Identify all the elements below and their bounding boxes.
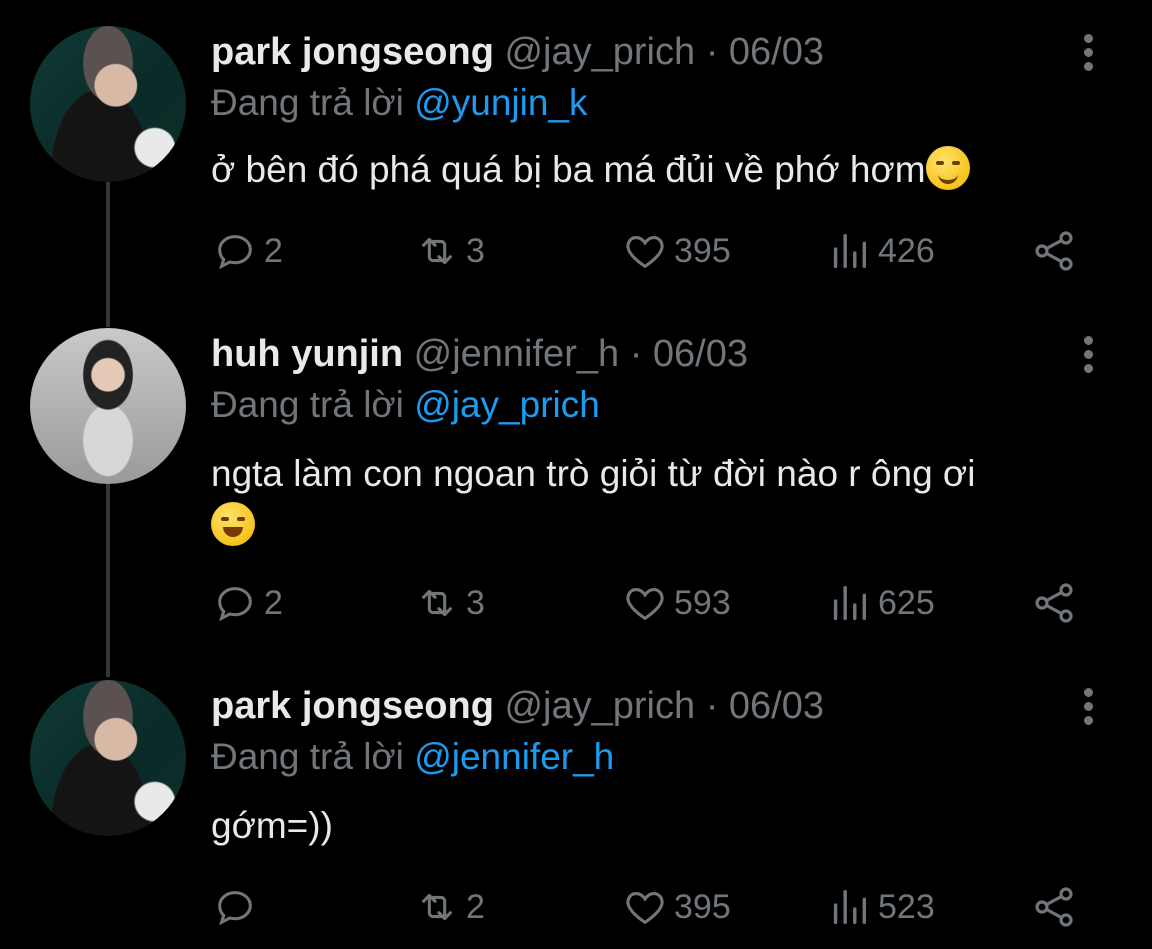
retweet-icon (422, 893, 452, 921)
display-name[interactable]: park jongseong (211, 685, 494, 727)
retweet-button[interactable]: 3 (414, 578, 485, 628)
retweet-icon (422, 237, 452, 265)
views-count: 426 (878, 231, 935, 270)
more-vertical-icon[interactable] (1074, 688, 1102, 728)
display-name[interactable]: huh yunjin (211, 333, 403, 375)
timestamp[interactable]: · 06/03 (706, 31, 824, 73)
views-count: 523 (878, 887, 935, 926)
reply-count: 2 (264, 231, 283, 270)
timestamp[interactable]: · 06/03 (630, 333, 748, 375)
handle[interactable]: @jay_prich (504, 685, 695, 727)
share-button[interactable] (1030, 882, 1084, 932)
reply-icon (218, 235, 252, 270)
heart-icon (626, 588, 664, 621)
retweet-icon (422, 589, 452, 617)
timestamp[interactable]: · 06/03 (706, 685, 824, 727)
reply-icon (218, 891, 252, 926)
replying-prefix: Đang trả lời (211, 82, 404, 123)
like-button[interactable]: 395 (622, 882, 731, 932)
handle[interactable]: @jennifer_h (414, 333, 619, 375)
tweet[interactable]: park jongseong @jay_prich · 06/03 Đang t… (0, 26, 1152, 316)
tweet-header: huh yunjin @jennifer_h · 06/03 (211, 330, 748, 378)
more-vertical-icon[interactable] (1074, 34, 1102, 74)
views-count: 625 (878, 583, 935, 622)
replying-prefix: Đang trả lời (211, 736, 404, 777)
views-icon (833, 233, 867, 269)
display-name[interactable]: park jongseong (211, 31, 494, 73)
views-button[interactable]: 625 (826, 578, 935, 628)
replying-prefix: Đang trả lời (211, 384, 404, 425)
like-button[interactable]: 593 (622, 578, 731, 628)
share-icon (1035, 583, 1073, 623)
tweet-body: gớm=)) (211, 805, 333, 846)
mention-link[interactable]: @yunjin_k (414, 82, 587, 123)
retweet-count: 2 (466, 887, 485, 926)
retweet-button[interactable]: 3 (414, 226, 485, 276)
more-vertical-icon[interactable] (1074, 336, 1102, 376)
heart-icon (626, 236, 664, 269)
views-icon (833, 889, 867, 925)
tweet-text: ngta làm con ngoan trò giỏi từ đời nào r… (211, 448, 1091, 552)
reply-icon (218, 587, 252, 622)
tweet-header: park jongseong @jay_prich · 06/03 (211, 682, 824, 730)
action-bar: 2 3 395 426 (0, 226, 1152, 276)
retweet-count: 3 (466, 231, 485, 270)
replying-to: Đang trả lời @jennifer_h (211, 734, 614, 780)
views-button[interactable]: 426 (826, 226, 935, 276)
like-button[interactable]: 395 (622, 226, 731, 276)
like-count: 395 (674, 887, 731, 926)
avatar[interactable] (30, 26, 186, 182)
sweat-smile-emoji-icon (211, 502, 255, 546)
smirk-emoji-icon (925, 146, 970, 190)
reply-button[interactable] (212, 882, 264, 932)
tweet-text: gớm=)) (211, 800, 1091, 852)
tweet-body: ngta làm con ngoan trò giỏi từ đời nào r… (211, 453, 976, 494)
tweet-body: ở bên đó phá quá bị ba má đủi về phớ hơm (211, 149, 926, 190)
tweet[interactable]: park jongseong @jay_prich · 06/03 Đang t… (0, 680, 1152, 942)
views-icon (833, 585, 867, 621)
mention-link[interactable]: @jay_prich (414, 384, 600, 425)
tweet[interactable]: huh yunjin @jennifer_h · 06/03 Đang trả … (0, 328, 1152, 648)
replying-to: Đang trả lời @jay_prich (211, 382, 600, 428)
reply-count: 2 (264, 583, 283, 622)
reply-button[interactable]: 2 (212, 226, 283, 276)
action-bar: 2 3 593 625 (0, 578, 1152, 628)
share-icon (1035, 887, 1073, 927)
handle[interactable]: @jay_prich (504, 31, 695, 73)
mention-link[interactable]: @jennifer_h (414, 736, 614, 777)
retweet-button[interactable]: 2 (414, 882, 485, 932)
like-count: 593 (674, 583, 731, 622)
retweet-count: 3 (466, 583, 485, 622)
tweet-text: ở bên đó phá quá bị ba má đủi về phớ hơm (211, 144, 1091, 196)
share-icon (1035, 231, 1073, 271)
share-button[interactable] (1030, 578, 1084, 628)
replying-to: Đang trả lời @yunjin_k (211, 80, 588, 126)
avatar[interactable] (30, 328, 186, 484)
avatar[interactable] (30, 680, 186, 836)
tweet-header: park jongseong @jay_prich · 06/03 (211, 28, 824, 76)
reply-button[interactable]: 2 (212, 578, 283, 628)
views-button[interactable]: 523 (826, 882, 935, 932)
action-bar: 2 395 523 (0, 882, 1152, 932)
share-button[interactable] (1030, 226, 1084, 276)
heart-icon (626, 892, 664, 925)
like-count: 395 (674, 231, 731, 270)
